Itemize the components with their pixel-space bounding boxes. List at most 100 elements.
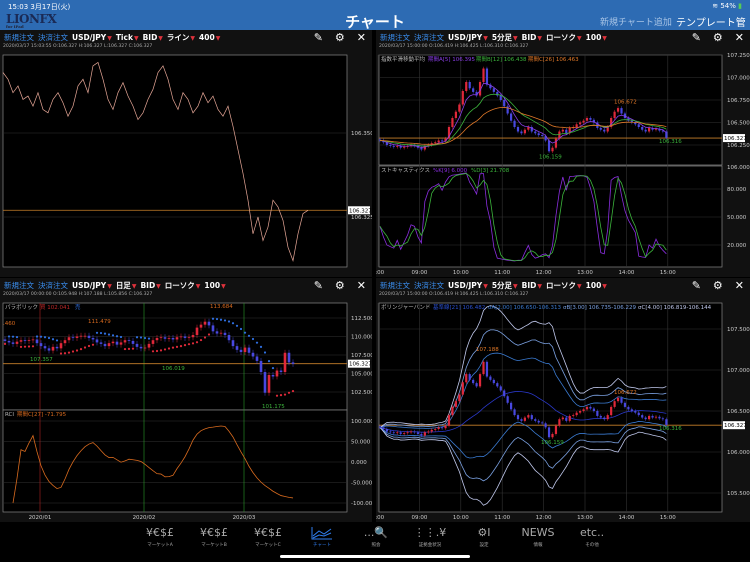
candle — [482, 361, 485, 375]
chart-panel-1: 新規注文 決済注文 USD/JPY▼ Tick▼ BID▼ ライン▼ 400▼ … — [0, 30, 372, 277]
candle — [475, 383, 478, 387]
gear-icon[interactable]: ⚙ — [713, 279, 723, 292]
side-dropdown[interactable]: BID▼ — [522, 281, 542, 290]
pair-dropdown[interactable]: USD/JPY▼ — [448, 281, 488, 290]
nav-item-4[interactable]: チャート — [297, 526, 347, 548]
chart-type-dropdown[interactable]: ローソク▼ — [165, 280, 201, 291]
x-tick-label: 8:00 — [376, 270, 385, 276]
nav-item-1[interactable]: ¥€$£ マーケットA — [135, 526, 185, 548]
period-dropdown[interactable]: Tick▼ — [116, 33, 139, 42]
close-order-button[interactable]: 決済注文 — [38, 280, 68, 291]
gear-icon[interactable]: ⚙ — [713, 31, 723, 44]
legend-ema-a: 期間A[5] 106.395 — [428, 56, 476, 63]
y-tick-label: 107.000 — [727, 76, 750, 82]
close-order-button[interactable]: 決済注文 — [414, 32, 444, 43]
chart-type-dropdown[interactable]: ローソク▼ — [546, 280, 582, 291]
chart-canvas[interactable]: 112.500 110.000 107.500 105.000 102.500 100.0… — [0, 300, 372, 522]
candle — [19, 340, 23, 342]
chart-icon — [311, 527, 332, 540]
close-icon[interactable]: ✕ — [735, 279, 744, 292]
caret-down-icon: ▼ — [107, 34, 112, 42]
side-dropdown[interactable]: BID▼ — [522, 33, 542, 42]
candle — [634, 411, 637, 413]
nav-label: 情報 — [533, 543, 543, 548]
psar-dot — [67, 351, 71, 354]
close-icon[interactable]: ✕ — [357, 279, 366, 292]
count-dropdown[interactable]: 100▼ — [204, 281, 225, 290]
gear-icon[interactable]: ⚙ — [335, 279, 345, 292]
psar-dot — [59, 352, 63, 355]
candle — [275, 370, 279, 377]
x-tick-label: 09:00 — [411, 515, 427, 521]
close-icon[interactable]: ✕ — [735, 31, 744, 44]
pencil-icon[interactable]: ✎ — [314, 279, 323, 292]
candle — [534, 131, 537, 134]
candle — [399, 432, 402, 434]
candle — [472, 88, 475, 92]
period-dropdown[interactable]: 日足▼ — [116, 280, 137, 291]
low-annotation: 106.159 — [539, 155, 562, 161]
candle — [396, 432, 399, 434]
ohlc-info: 2020/03/17 15:00:00 O:106.419 H:106.425 … — [379, 44, 529, 49]
chart-canvas[interactable]: 107.500 107.000 106.500 106.000 105.500 8:00 0… — [376, 300, 750, 522]
x-tick-label: 2020/01 — [29, 515, 52, 521]
new-order-button[interactable]: 新規注文 — [4, 280, 34, 291]
psar-dot — [55, 339, 59, 342]
chart-canvas[interactable]: 107.250 107.000 106.750 106.500 106.250 106.0… — [376, 52, 750, 277]
candle — [644, 129, 647, 132]
chart-canvas[interactable]: 106.350 106.325106.327 — [0, 52, 372, 277]
x-tick-label: 15:00 — [660, 515, 676, 521]
x-tick-label: 14:00 — [618, 515, 634, 521]
candle — [63, 340, 67, 344]
nav-item-5[interactable]: ...🔍 照会 — [351, 526, 401, 548]
close-order-button[interactable]: 決済注文 — [38, 32, 68, 43]
stoch-tick-label: 50.000 — [727, 215, 747, 221]
close-order-button[interactable]: 決済注文 — [414, 280, 444, 291]
nav-icon: ¥€$£ — [146, 526, 174, 539]
candle — [651, 415, 654, 418]
nav-item-6[interactable]: ⋮⋮.¥ 証拠金状況 — [405, 526, 455, 548]
side-dropdown[interactable]: BID▼ — [140, 281, 160, 290]
legend-ema-c: 期間C[26] 106.463 — [528, 56, 579, 63]
psar-dot — [95, 331, 99, 334]
psar-dot — [243, 331, 247, 334]
plot-frame — [2, 54, 348, 268]
candle — [565, 417, 568, 421]
psar-dot — [131, 347, 135, 350]
chart-type-dropdown[interactable]: ローソク▼ — [546, 32, 582, 43]
new-order-button[interactable]: 新規注文 — [4, 32, 34, 43]
pencil-icon[interactable]: ✎ — [692, 31, 701, 44]
nav-item-2[interactable]: ¥€$£ マーケットB — [189, 526, 239, 548]
candle — [392, 432, 395, 434]
add-chart-button[interactable]: 新規チャート追加 — [600, 15, 672, 28]
new-order-button[interactable]: 新規注文 — [380, 280, 410, 291]
chart-type-value: ローソク — [164, 280, 195, 290]
pair-dropdown[interactable]: USD/JPY▼ — [72, 33, 112, 42]
home-indicator — [280, 555, 470, 558]
close-icon[interactable]: ✕ — [357, 31, 366, 44]
pencil-icon[interactable]: ✎ — [314, 31, 323, 44]
nav-item-8[interactable]: NEWS 情報 — [513, 526, 563, 548]
chart-type-dropdown[interactable]: ライン▼ — [167, 32, 195, 43]
period-dropdown[interactable]: 5分足▼ — [492, 32, 518, 43]
pencil-icon[interactable]: ✎ — [692, 279, 701, 292]
nav-item-3[interactable]: ¥€$£ マーケットC — [243, 526, 293, 548]
nav-label: 設定 — [479, 543, 489, 548]
period-dropdown[interactable]: 5分足▼ — [492, 280, 518, 291]
battery-icon: ▮ — [738, 2, 742, 10]
side-dropdown[interactable]: BID▼ — [143, 33, 163, 42]
nav-item-9[interactable]: etc.. その他 — [567, 526, 617, 548]
battery-status: ≋ 54% ▮ — [712, 2, 742, 10]
count-dropdown[interactable]: 100▼ — [586, 281, 607, 290]
nav-label: 証拠金状況 — [418, 543, 442, 548]
pair-dropdown[interactable]: USD/JPY▼ — [72, 281, 112, 290]
candle — [561, 129, 564, 132]
gear-icon[interactable]: ⚙ — [335, 31, 345, 44]
count-dropdown[interactable]: 400▼ — [199, 33, 220, 42]
new-order-button[interactable]: 新規注文 — [380, 32, 410, 43]
pair-dropdown[interactable]: USD/JPY▼ — [448, 33, 488, 42]
candle — [472, 379, 475, 384]
count-dropdown[interactable]: 100▼ — [586, 33, 607, 42]
candle — [503, 390, 506, 397]
nav-item-7[interactable]: ⚙I 設定 — [459, 526, 509, 548]
